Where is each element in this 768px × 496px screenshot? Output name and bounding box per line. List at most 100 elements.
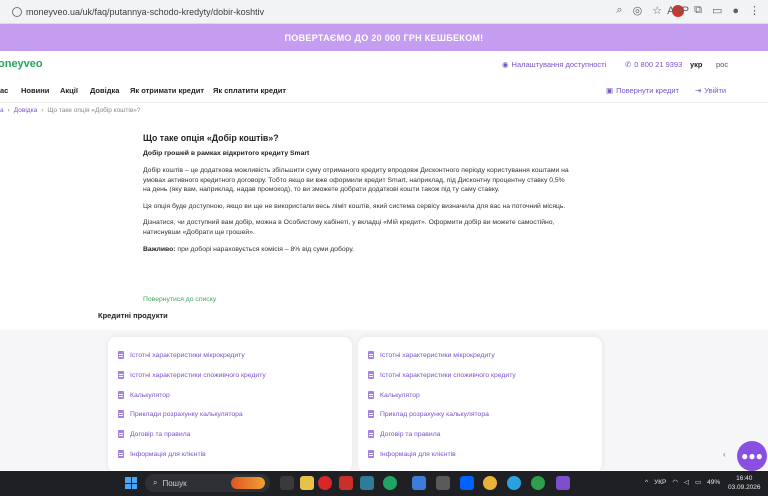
back-to-list-link[interactable]: Повернутися до списку [143, 296, 216, 303]
app-icon[interactable] [436, 476, 450, 490]
nav-item-promos[interactable]: Акції [60, 86, 78, 95]
nav-item-help[interactable]: Довідка [90, 86, 119, 95]
important-note: Важливо: при доборі нараховується комісі… [143, 245, 573, 255]
list-item[interactable]: Калькулятор [368, 391, 420, 399]
browser-toolbar: moneyveo.ua/uk/faq/putannya-schodo-kredy… [0, 0, 768, 24]
list-item[interactable]: Істотні характеристики мікрокредиту [118, 351, 245, 359]
chrome-icon[interactable] [483, 476, 497, 490]
list-item[interactable]: Інформація для клієнтів [368, 450, 456, 458]
document-icon [118, 351, 124, 359]
dropbox-icon[interactable] [460, 476, 474, 490]
credit-products-title: Кредитні продукти [98, 311, 168, 320]
star-icon[interactable]: ☆ [652, 4, 662, 17]
list-item-label: Договір та правила [130, 430, 191, 438]
windows-start-icon[interactable] [125, 477, 137, 489]
article-subtitle: Добір грошей в рамках відкритого кредиту… [143, 150, 310, 157]
eye-icon: ◉ [502, 59, 509, 69]
site-info-icon[interactable] [12, 6, 22, 17]
accessibility-settings-link[interactable]: ◉ Налаштування доступності [502, 60, 606, 69]
wifi-icon[interactable]: ◠ [672, 478, 678, 486]
list-item-label: Договір та правила [380, 430, 441, 438]
menu-icon[interactable]: ⋮ [749, 4, 760, 17]
battery-icon[interactable]: ▭ [695, 478, 701, 486]
list-item[interactable]: Договір та правила [118, 430, 190, 438]
app-icon[interactable] [531, 476, 545, 490]
lang-ua-button[interactable]: укр [690, 60, 703, 69]
viber-icon[interactable] [556, 476, 570, 490]
nav-item-how-to-pay[interactable]: Як сплатити кредит [213, 86, 286, 95]
document-icon [368, 391, 374, 399]
adblock-extension-icon[interactable]: ABP [667, 4, 689, 17]
list-item-label: Калькулятор [380, 391, 420, 399]
tray-chevron-icon[interactable]: ^ [645, 479, 648, 486]
clock-time: 16:40 [736, 475, 753, 482]
credit-products-card-right: Істотні характеристики мікрокредиту Істо… [358, 337, 602, 472]
task-view-icon[interactable] [280, 476, 294, 490]
list-item[interactable]: Інформація для клієнтів [118, 450, 206, 458]
logo[interactable]: oneyveo [0, 58, 43, 70]
opera-icon[interactable] [318, 476, 332, 490]
return-credit-link[interactable]: ▣ Повернути кредит [606, 86, 679, 95]
taskbar-search[interactable]: ⌕ Пошук [145, 474, 270, 492]
keyboard-language[interactable]: УКР [654, 479, 666, 486]
list-item-label: Приклади розрахунку калькулятора [130, 410, 243, 418]
address-bar[interactable]: moneyveo.ua/uk/faq/putannya-schodo-kredy… [12, 6, 265, 17]
document-icon [368, 351, 374, 359]
list-item[interactable]: Приклади розрахунку калькулятора [118, 410, 243, 418]
extensions-icon[interactable]: ⧉ [694, 4, 702, 17]
zoom-icon[interactable]: ⌕ [616, 4, 622, 17]
list-item-label: Інформація для клієнтів [380, 450, 456, 458]
important-label: Важливо: [143, 245, 176, 253]
accessibility-label: Налаштування доступності [511, 59, 607, 69]
phone-icon: ✆ [625, 59, 632, 69]
return-credit-label: Повернути кредит [616, 86, 679, 95]
battery-percent: 49% [707, 478, 721, 486]
list-item[interactable]: Істотні характеристики мікрокредиту [368, 351, 495, 359]
list-item-label: Істотні характеристики споживчого кредит… [380, 371, 516, 379]
profile-icon[interactable]: ● [732, 5, 739, 17]
article-paragraph: Ця опція буде доступною, якщо ви ще не в… [143, 202, 566, 210]
breadcrumb-current: Що таке опція «Добір коштів»? [47, 107, 141, 114]
breadcrumb-separator: › [41, 107, 44, 114]
list-item[interactable]: Калькулятор [118, 391, 170, 399]
sidebar-icon[interactable]: ▭ [712, 4, 722, 17]
chat-icon: ●●● [741, 449, 763, 463]
store-icon[interactable] [412, 476, 426, 490]
chat-widget-button[interactable]: ●●● [737, 441, 767, 471]
login-link[interactable]: ⇥ Увійти [695, 86, 726, 95]
nav-item-about[interactable]: ас [0, 86, 8, 95]
chevron-left-icon[interactable]: ‹ [723, 450, 726, 459]
article-paragraph: Добір коштів – це додаткова можливість з… [143, 167, 569, 194]
page-title: Що таке опція «Добір коштів»? [143, 133, 279, 143]
document-icon [368, 410, 374, 418]
document-icon [118, 410, 124, 418]
login-label: Увійти [704, 86, 727, 95]
promo-text: ПОВЕРТАЄМО ДО 20 000 ГРН КЕШБЕКОМ! [284, 32, 484, 43]
list-item-label: Істотні характеристики мікрокредиту [130, 351, 245, 359]
file-explorer-icon[interactable] [300, 476, 314, 490]
promo-banner[interactable]: ПОВЕРТАЄМО ДО 20 000 ГРН КЕШБЕКОМ! [0, 24, 768, 51]
list-item[interactable]: Договір та правила [368, 430, 440, 438]
list-item[interactable]: Приклад розрахунку калькулятора [368, 410, 489, 418]
taskbar-clock[interactable]: 16:40 03.09.2026 [728, 474, 761, 492]
edge-icon[interactable] [383, 476, 397, 490]
wallet-icon: ▣ [606, 86, 614, 95]
eye-off-icon[interactable]: ◎ [633, 4, 643, 17]
breadcrumb-help[interactable]: Довідка [14, 107, 37, 114]
list-item-label: Приклад розрахунку калькулятора [380, 410, 489, 418]
volume-icon[interactable]: ◁ [684, 478, 689, 486]
app-icon[interactable] [360, 476, 374, 490]
nav-item-news[interactable]: Новини [21, 86, 49, 95]
article-paragraph: Дізнатися, чи доступний вам добір, можна… [143, 219, 555, 236]
telegram-icon[interactable] [507, 476, 521, 490]
system-tray: ^ УКР ◠ ◁ ▭ 49% [645, 478, 721, 487]
breadcrumb-home[interactable]: а [0, 107, 4, 114]
list-item[interactable]: Істотні характеристики споживчого кредит… [118, 371, 266, 379]
app-l-icon[interactable] [339, 476, 353, 490]
list-item[interactable]: Істотні характеристики споживчого кредит… [368, 371, 516, 379]
phone-link[interactable]: ✆ 0 800 21 9393 [625, 60, 682, 69]
url-text: moneyveo.ua/uk/faq/putannya-schodo-kredy… [26, 6, 265, 17]
lang-ru-button[interactable]: рос [716, 60, 728, 69]
document-icon [118, 391, 124, 399]
nav-item-how-to-get[interactable]: Як отримати кредит [130, 86, 204, 95]
